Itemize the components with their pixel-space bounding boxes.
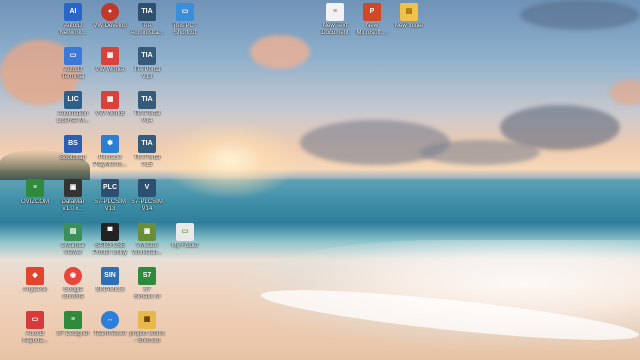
tia-icon: TIA <box>138 135 156 153</box>
desktop-icon-anydesk[interactable]: ◆ AnyDesk <box>10 267 60 311</box>
bootstrap-icon: BS <box>64 135 82 153</box>
desktop-icon-autoid-keyboa[interactable]: ▭ AutoID Keyboa... <box>10 311 60 355</box>
icon-label: My Folder <box>171 243 199 249</box>
icon-label: This PC - <box>172 23 198 29</box>
tia-icon: TIA <box>138 91 156 109</box>
autoid-network-icon: AI <box>64 3 82 21</box>
vmware-icon: ▣ <box>138 223 156 241</box>
tia-icon: TIA <box>138 47 156 65</box>
icon-label: S7-PLCSIM <box>131 199 163 205</box>
desktop-icon-tia-portal-v14[interactable]: TIA TIA Portal V14 <box>122 91 172 135</box>
icon-label: AnyDesk <box>22 287 47 293</box>
printer-icon: ▀ <box>101 223 119 241</box>
teamviewer-icon: ↔ <box>101 311 119 329</box>
icon-label-2: V14 <box>141 118 153 124</box>
cloud <box>250 35 310 69</box>
powerpoint-icon: P <box>363 3 381 21</box>
icon-label: S7 <box>143 287 151 293</box>
sun-glow <box>160 120 300 200</box>
autoid-keyboard-icon: ▭ <box>26 311 44 329</box>
icon-label-2: - Shortcut <box>133 338 160 344</box>
icon-label-2: Keyboa... <box>22 338 48 344</box>
desktop-icon-ovizcom[interactable]: ≡ OVIZCOM <box>10 179 60 223</box>
icon-label: OVIZCOM <box>21 199 49 205</box>
icon-label: TIA Portal <box>133 67 161 73</box>
icon-label: AutoID <box>25 331 45 337</box>
project-icon: ▦ <box>138 311 156 329</box>
plcsim-icon: V <box>138 179 156 197</box>
icon-label: TIA Portal <box>133 155 161 161</box>
desktop-icon-tia-portal-v15[interactable]: TIA TIA Portal V15 <box>122 135 172 179</box>
vw-worka-icon: ▦ <box>101 47 119 65</box>
computer-icon: ▭ <box>176 3 194 21</box>
icon-label-2: V15 <box>141 162 153 168</box>
s7-designer-icon: ≡ <box>64 311 82 329</box>
icon-label: project works <box>129 331 165 337</box>
text-document-icon: ≡ <box>326 3 344 21</box>
icon-label: TIA Portal <box>133 111 161 117</box>
desktop-icon-this-pc[interactable]: ▭ This PC - Shortcut <box>160 3 210 47</box>
cloud <box>520 0 640 30</box>
desktop-icon-project-works[interactable]: ▦ project works - Shortcut <box>122 311 172 355</box>
pinnacle-icon: ✽ <box>101 135 119 153</box>
desktop-icon-s7-plcsim-v14[interactable]: V S7-PLCSIM V14 <box>122 179 172 223</box>
sinamics-icon: SIN <box>101 267 119 285</box>
desktop-icon-tia-portal-v13[interactable]: TIA TIA Portal V13 <box>122 47 172 91</box>
chrome-icon: ◉ <box>64 267 82 285</box>
desktop-icon-new-folder[interactable]: ▤ New folder <box>384 3 434 47</box>
cloud <box>610 80 640 105</box>
autoid-terminal-icon: ▭ <box>64 47 82 65</box>
vw-workb-icon: ▦ <box>101 91 119 109</box>
anydesk-icon: ◆ <box>26 267 44 285</box>
tia-icon: TIA <box>138 3 156 21</box>
plcsim-icon: PLC <box>101 179 119 197</box>
icon-label-2: Simatic M <box>133 294 161 300</box>
icon-label-2: V14 <box>141 206 153 212</box>
vw-develop-icon: ● <box>101 3 119 21</box>
folder-icon: ▭ <box>176 223 194 241</box>
icon-label-2: V13 <box>141 74 153 80</box>
ovizcom-icon: ≡ <box>26 179 44 197</box>
cloud <box>420 140 540 165</box>
manual-viewer-icon: ▤ <box>64 223 82 241</box>
icon-label: New folder <box>394 23 424 29</box>
desktop-icon-s7-simatic[interactable]: S7 S7 Simatic M <box>122 267 172 311</box>
automation-license-icon: LIC <box>64 91 82 109</box>
folder-icon: ▤ <box>400 3 418 21</box>
desktop-background: AI AutoID Network... ▭ AutoID Terminal L… <box>0 0 640 360</box>
s7-icon: S7 <box>138 267 156 285</box>
icon-label-2: Shortcut <box>173 30 197 36</box>
datamar-icon: ▣ <box>64 179 82 197</box>
desktop-icon-my-folder[interactable]: ▭ My Folder <box>160 223 210 267</box>
